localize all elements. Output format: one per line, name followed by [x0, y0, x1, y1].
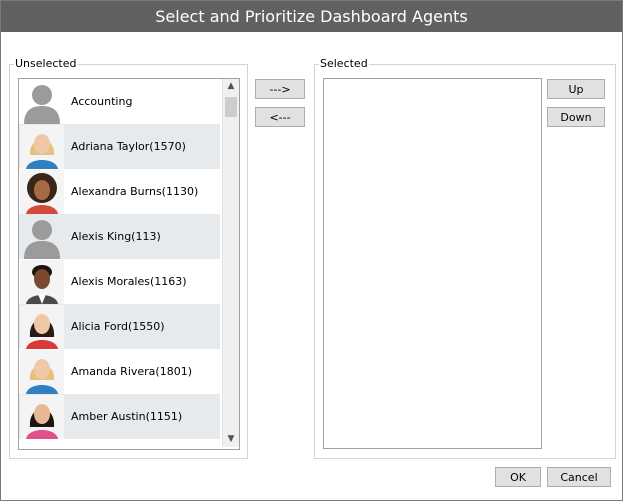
ok-button[interactable]: OK [495, 467, 541, 487]
unselected-scrollbar[interactable]: ▲ ▼ [222, 79, 239, 447]
list-item[interactable]: Amanda Rivera(1801) [19, 349, 220, 394]
list-item[interactable]: Alexis Morales(1163) [19, 259, 220, 304]
agent-name: Alexis Morales(1163) [71, 275, 187, 288]
avatar-placeholder-icon [20, 80, 64, 124]
move-down-button[interactable]: Down [547, 107, 605, 127]
list-item[interactable]: Alexis King(113) [19, 214, 220, 259]
scroll-thumb[interactable] [225, 97, 237, 117]
unselected-label: Unselected [14, 57, 78, 71]
scroll-down-icon[interactable]: ▼ [223, 432, 239, 447]
window-title: Select and Prioritize Dashboard Agents [1, 1, 622, 32]
avatar [20, 395, 64, 439]
cancel-button[interactable]: Cancel [547, 467, 611, 487]
list-item[interactable]: Alexandra Burns(1130) [19, 169, 220, 214]
add-agent-button[interactable]: ---> [255, 79, 305, 99]
agent-name: Accounting [71, 95, 133, 108]
avatar [20, 350, 64, 394]
selected-list[interactable] [323, 78, 542, 449]
list-item[interactable]: Accounting [19, 79, 220, 124]
agent-name: Alicia Ford(1550) [71, 320, 165, 333]
agent-name: Alexandra Burns(1130) [71, 185, 199, 198]
scroll-up-icon[interactable]: ▲ [223, 79, 239, 94]
agent-name: Alexis King(113) [71, 230, 161, 243]
avatar [20, 305, 64, 349]
unselected-list[interactable]: Accounting Adriana Taylor(1570) Alexandra … [18, 78, 240, 450]
agent-name: Amanda Rivera(1801) [71, 365, 192, 378]
agent-selection-dialog: Select and Prioritize Dashboard Agents U… [0, 0, 623, 501]
avatar [20, 170, 64, 214]
agent-name: Adriana Taylor(1570) [71, 140, 186, 153]
avatar-placeholder-icon [20, 215, 64, 259]
avatar [20, 260, 64, 304]
unselected-group: Unselected Accounting Adriana Taylor(1570… [9, 57, 248, 459]
list-item[interactable]: Amber Austin(1151) [19, 394, 220, 439]
move-up-button[interactable]: Up [547, 79, 605, 99]
avatar [20, 125, 64, 169]
selected-label: Selected [319, 57, 369, 71]
remove-agent-button[interactable]: <--- [255, 107, 305, 127]
list-item[interactable]: Alicia Ford(1550) [19, 304, 220, 349]
agent-name: Amber Austin(1151) [71, 410, 183, 423]
list-item[interactable]: Adriana Taylor(1570) [19, 124, 220, 169]
